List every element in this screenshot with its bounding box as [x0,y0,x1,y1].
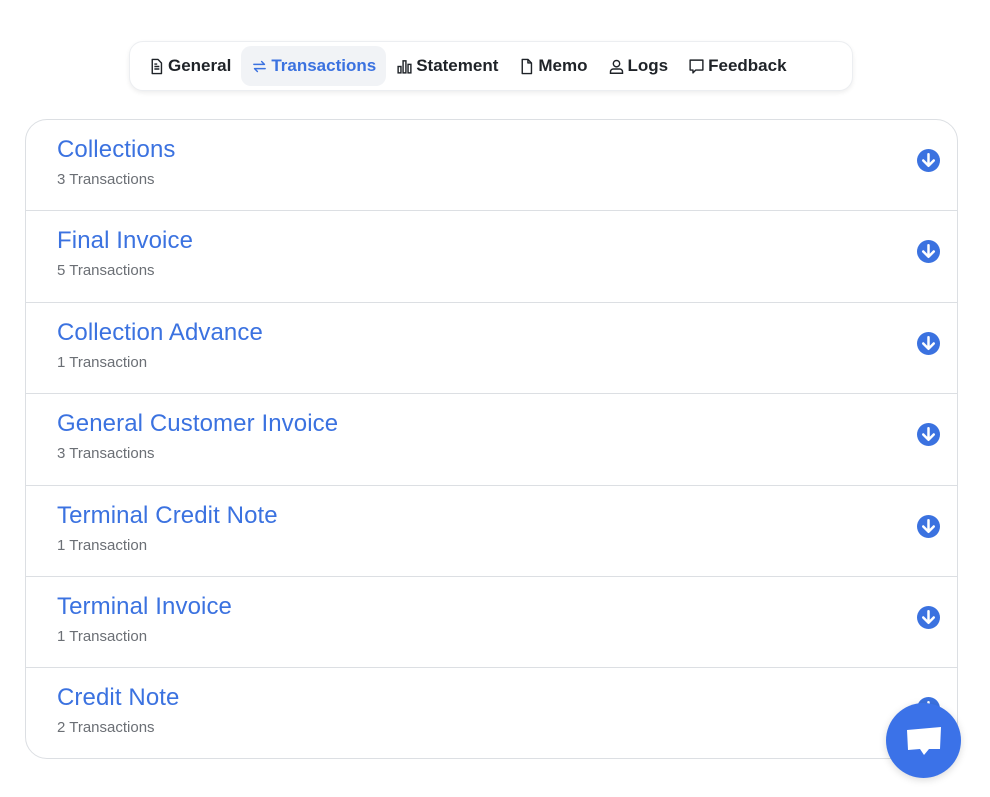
chat-launcher-button[interactable] [886,703,961,778]
tab-logs[interactable]: Logs [598,46,679,86]
group-row-terminal-credit-note[interactable]: Terminal Credit Note 1 Transaction [26,486,957,577]
tab-label: Memo [538,56,588,75]
tab-label: General [168,56,232,75]
group-title: Terminal Invoice [57,592,233,620]
group-title: General Customer Invoice [57,410,339,438]
tab-bar: General Transactions Statement Memo Logs… [129,41,853,91]
arrow-down-circle-icon[interactable] [917,423,940,447]
bar-chart-icon [397,59,412,74]
user-icon [609,59,623,74]
group-row-collection-advance[interactable]: Collection Advance 1 Transaction [26,303,957,395]
chat-icon [906,726,941,755]
group-row-credit-note[interactable]: Credit Note 2 Transactions [26,668,957,758]
tab-label: Statement [416,56,499,75]
group-title: Terminal Credit Note [57,501,278,529]
arrow-down-circle-icon[interactable] [917,331,940,355]
group-count: 3 Transactions [57,171,155,188]
group-title: Collections [57,136,176,163]
group-count: 3 Transactions [57,445,155,463]
tab-general[interactable]: General [144,46,241,86]
transaction-groups-list: Collections 3 Transactions Final Invoice… [25,119,958,759]
tab-feedback[interactable]: Feedback [678,46,796,86]
group-count: 1 Transaction [57,353,148,371]
file-icon [521,58,533,74]
arrow-down-circle-icon[interactable] [917,240,940,264]
group-count: 1 Transaction [57,536,148,554]
group-title: Collection Advance [57,318,263,346]
tab-statement[interactable]: Statement [386,46,508,86]
arrow-down-circle-icon[interactable] [917,514,940,538]
tab-memo[interactable]: Memo [508,46,597,86]
tab-label: Transactions [271,56,377,75]
group-count: 2 Transactions [57,719,155,737]
tab-label: Feedback [708,56,787,75]
arrow-down-circle-icon[interactable] [917,149,940,172]
group-title: Final Invoice [57,227,194,255]
chat-bubble-icon [689,58,704,74]
group-title: Credit Note [57,684,180,712]
group-count: 5 Transactions [57,262,155,280]
group-row-general-customer-invoice[interactable]: General Customer Invoice 3 Transactions [26,394,957,486]
group-row-collections[interactable]: Collections 3 Transactions [26,120,957,212]
tab-label: Logs [627,56,669,75]
group-row-terminal-invoice[interactable]: Terminal Invoice 1 Transaction [26,577,957,669]
tab-transactions[interactable]: Transactions [241,46,387,86]
group-row-final-invoice[interactable]: Final Invoice 5 Transactions [26,211,957,303]
group-count: 1 Transaction [57,627,148,645]
document-icon [151,58,163,74]
arrow-down-circle-icon[interactable] [917,605,940,629]
arrows-exchange-icon [253,60,267,72]
